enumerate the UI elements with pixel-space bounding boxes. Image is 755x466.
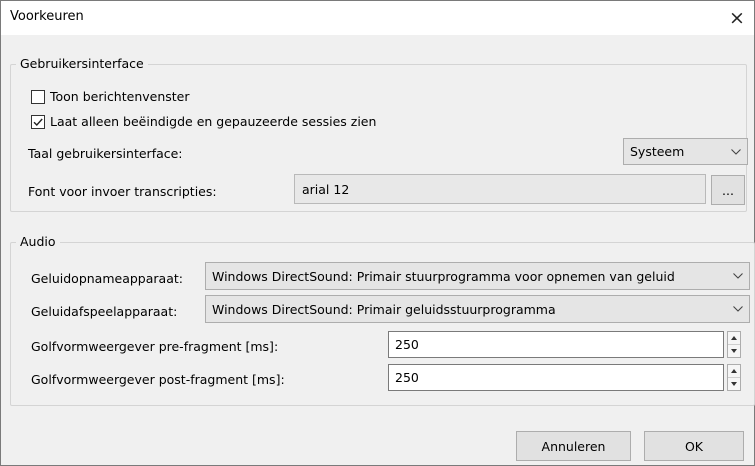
pre-fragment-value: 250 [395,337,419,352]
font-field-value: arial 12 [302,181,350,197]
audio-group-legend: Audio [16,234,60,249]
chevron-down-icon [733,273,743,279]
ok-button[interactable]: OK [644,431,744,461]
pre-fragment-label: Golfvormweergever pre-fragment [ms]: [31,339,279,354]
ui-group-legend: Gebruikersinterface [16,56,148,71]
chevron-down-icon [733,306,743,312]
show-finished-checkbox[interactable] [31,115,45,129]
font-browse-button[interactable]: ... [711,175,745,205]
pre-fragment-input[interactable]: 250 [388,331,724,358]
chevron-down-icon [731,148,741,155]
preferences-dialog: Voorkeuren × Gebruikersinterface Toon be… [0,0,755,466]
font-browse-label: ... [722,182,734,198]
title-bar: Voorkeuren × [1,1,754,35]
spin-up-icon[interactable] [728,332,740,345]
font-field: arial 12 [294,174,706,204]
language-select-value: Systeem [630,144,685,159]
playback-device-value: Windows DirectSound: Primair geluidsstuu… [212,301,556,317]
record-device-value: Windows DirectSound: Primair stuurprogra… [212,268,675,284]
close-icon[interactable]: × [722,3,752,33]
cancel-button-label: Annuleren [541,438,606,454]
record-device-label: Geluidopnameapparaat: [31,271,183,286]
show-finished-label[interactable]: Laat alleen beëindigde en gepauzeerde se… [50,114,376,129]
post-fragment-spinner[interactable] [727,364,741,391]
pre-fragment-spinner[interactable] [727,331,741,358]
language-label: Taal gebruikersinterface: [28,146,183,161]
playback-device-label: Geluidafspeelapparaat: [31,304,178,319]
post-fragment-value: 250 [395,370,419,385]
font-label: Font voor invoer transcripties: [28,184,217,199]
spin-down-icon[interactable] [728,378,740,391]
show-messages-label[interactable]: Toon berichtenvenster [50,89,190,104]
ok-button-label: OK [684,438,704,454]
check-icon [33,118,43,127]
post-fragment-label: Golfvormweergever post-fragment [ms]: [31,372,285,387]
post-fragment-input[interactable]: 250 [388,364,724,391]
playback-device-select[interactable]: Windows DirectSound: Primair geluidsstuu… [205,295,750,323]
language-select[interactable]: Systeem [623,138,748,165]
cancel-button[interactable]: Annuleren [516,431,631,461]
spin-up-icon[interactable] [728,365,740,378]
window-title: Voorkeuren [10,9,84,24]
show-messages-checkbox[interactable] [31,90,45,104]
spin-down-icon[interactable] [728,345,740,358]
record-device-select[interactable]: Windows DirectSound: Primair stuurprogra… [205,262,750,290]
